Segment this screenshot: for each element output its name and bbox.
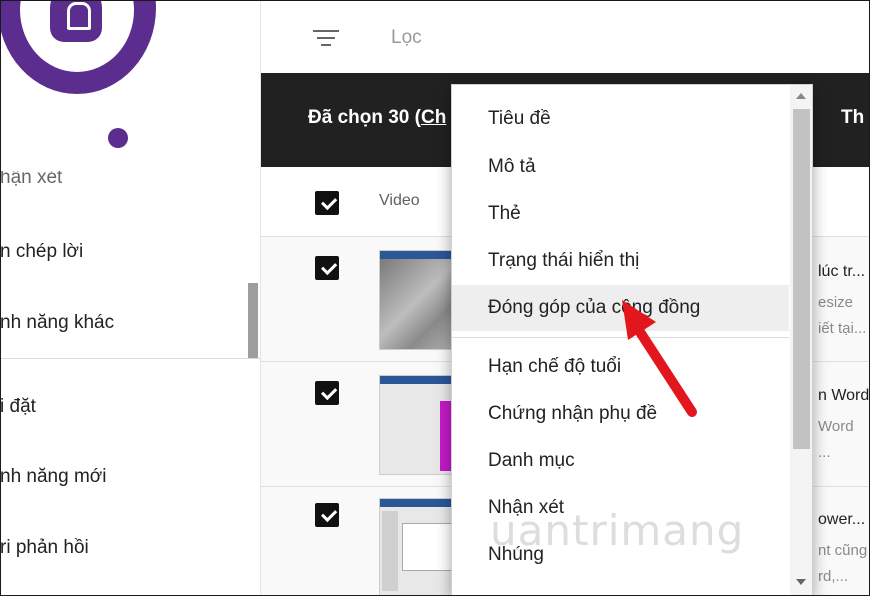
video-description-line: esize	[818, 294, 854, 311]
sidebar-item-settings[interactable]: i đặt	[0, 396, 36, 418]
selection-count: Đã chọn 30 (Ch	[308, 107, 446, 129]
clear-selection-link[interactable]: Ch	[421, 107, 446, 128]
sidebar-item-label: hận xét	[0, 171, 63, 188]
video-description-line: ...	[818, 444, 831, 461]
scroll-down-arrow-icon[interactable]	[796, 579, 806, 585]
red-arrow-icon	[622, 300, 697, 417]
video-description: Word...	[818, 414, 854, 466]
filter-bar: Lọc	[261, 0, 870, 73]
column-header-video: Video	[379, 192, 420, 209]
video-description: esize iết tại...	[818, 290, 866, 342]
sidebar-item-whats-new[interactable]: nh năng mới	[0, 466, 106, 488]
filter-input[interactable]: Lọc	[391, 27, 422, 49]
lightbulb-icon	[50, 0, 102, 42]
sidebar-item-other-features[interactable]: nh năng khác	[0, 312, 114, 334]
menu-item-visibility[interactable]: Trạng thái hiển thị	[452, 238, 789, 284]
filter-icon[interactable]	[313, 28, 339, 48]
row-checkbox[interactable]	[315, 381, 339, 405]
video-description-line: rd,...	[818, 568, 849, 585]
selection-count-text: Đã chọn 30 (	[308, 107, 421, 128]
sidebar-divider	[0, 358, 260, 359]
scroll-up-arrow-icon[interactable]	[796, 93, 806, 99]
select-all-checkbox[interactable]	[315, 191, 339, 215]
logo-dot	[108, 128, 128, 148]
menu-item-title[interactable]: Tiêu đề	[452, 96, 789, 142]
sidebar: hận xét n chép lời nh năng khác i đặt nh…	[0, 0, 261, 596]
sidebar-item-label: ri phản hồi	[0, 537, 89, 558]
video-description-line: nt cũng	[818, 542, 868, 559]
sidebar-item-label: i đặt	[0, 396, 36, 417]
sidebar-item-label: n chép lời	[0, 241, 84, 262]
selection-action[interactable]: Th	[841, 107, 864, 129]
video-title[interactable]: lúc tr...	[818, 263, 865, 281]
video-description: nt cũng rd,...	[818, 538, 867, 590]
menu-item-category[interactable]: Danh mục	[452, 438, 789, 484]
row-checkbox[interactable]	[315, 256, 339, 280]
sidebar-scrollbar[interactable]	[248, 283, 258, 358]
sidebar-item-label: nh năng khác	[0, 312, 115, 333]
sidebar-item-comments[interactable]: hận xét	[0, 171, 62, 191]
video-description-line: Word	[818, 418, 854, 435]
dropdown-scroll-thumb[interactable]	[793, 109, 810, 449]
video-title[interactable]: n Word	[818, 387, 869, 405]
video-description-line: iết tại...	[818, 320, 867, 337]
row-checkbox[interactable]	[315, 503, 339, 527]
menu-item-tags[interactable]: Thẻ	[452, 191, 789, 237]
sidebar-item-label: nh năng mới	[0, 466, 107, 487]
sidebar-item-transcripts[interactable]: n chép lời	[0, 241, 83, 263]
logo	[0, 0, 156, 94]
watermark: uantrimang	[490, 506, 745, 555]
menu-item-description[interactable]: Mô tả	[452, 144, 789, 190]
video-title[interactable]: ower...	[818, 511, 865, 529]
sidebar-item-feedback[interactable]: ri phản hồi	[0, 537, 89, 559]
